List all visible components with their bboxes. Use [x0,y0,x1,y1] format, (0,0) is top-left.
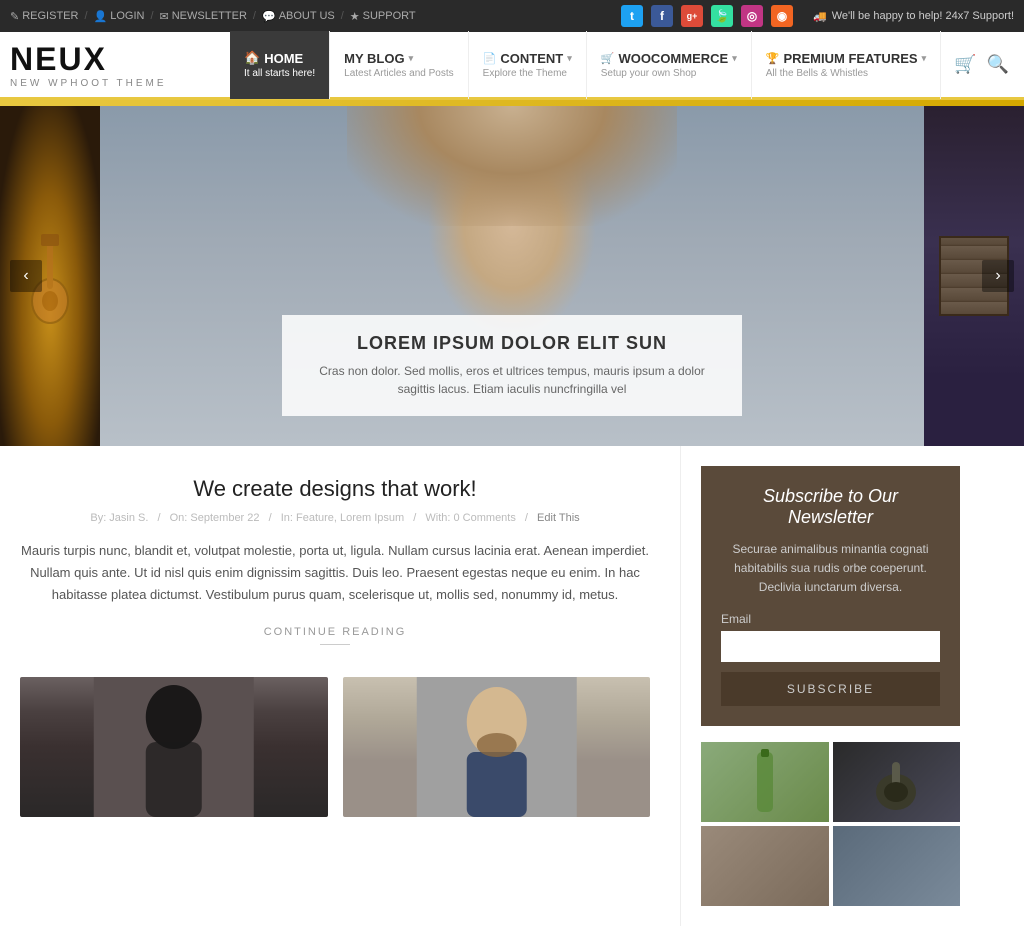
edit-this-link[interactable]: Edit This [537,512,580,524]
article-title: We create designs that work! [20,476,650,502]
sidebar-photos [701,742,960,906]
hero-caption: LOREM IPSUM DOLOR ELIT SUN Cras non dolo… [282,315,742,416]
cart-icon: 🛒 [601,52,615,65]
cart-action-icon[interactable]: 🛒 [954,54,976,75]
article-author: By: Jasin S. [90,512,148,524]
instagram-social-icon[interactable]: ◎ [741,5,763,27]
search-action-icon[interactable]: 🔍 [987,54,1009,75]
nav-home-label: 🏠 HOME [244,50,315,66]
top-bar: ✎ REGISTER / 👤 LOGIN / ✉ NEWSLETTER / 💬 … [0,0,1024,32]
register-link[interactable]: ✎ REGISTER [10,10,78,23]
sidebar-photo-3 [701,826,829,906]
logo-tagline: NEW WPHOOT THEME [10,78,230,89]
hero-title: LOREM IPSUM DOLOR ELIT SUN [312,333,712,354]
newsletter-box: Subscribe to Our Newsletter Securae anim… [701,466,960,726]
sidebar-photo-4 [833,826,961,906]
nav-content-sub: Explore the Theme [483,68,572,79]
sidebar: Subscribe to Our Newsletter Securae anim… [680,446,980,926]
newsletter-link[interactable]: ✉ NEWSLETTER [160,10,247,23]
lower-thumbnails [20,677,650,817]
nav-content[interactable]: 📄 CONTENT ▾ Explore the Theme [469,31,587,99]
home-icon: 🏠 [244,50,260,66]
email-input[interactable] [721,631,940,662]
article-comments: With: 0 Comments [425,512,515,524]
nav-home[interactable]: 🏠 HOME It all starts here! [230,31,330,99]
inkpot-icon [866,747,926,817]
login-link[interactable]: 👤 LOGIN [94,10,145,23]
nav-blog[interactable]: MY BLOG ▾ Latest Articles and Posts [330,31,469,99]
hero-hair [347,106,677,226]
logo-area: NEUX NEW WPHOOT THEME [10,41,230,89]
bottle-icon [735,747,795,817]
sidebar-photo-1 [701,742,829,822]
trophy-icon: 🏆 [766,52,780,65]
nav-blog-sub: Latest Articles and Posts [344,68,454,79]
slider-next-button[interactable]: › [982,260,1014,292]
nav-woocommerce[interactable]: 🛒 WOOCOMMERCE ▾ Setup your own Shop [587,31,752,99]
support-link[interactable]: ★ SUPPORT [350,10,416,23]
person-silhouette-2 [343,677,651,817]
truck-icon: 🚚 [813,10,827,23]
top-bar-links: ✎ REGISTER / 👤 LOGIN / ✉ NEWSLETTER / 💬 … [10,10,416,23]
content-area: We create designs that work! By: Jasin S… [0,446,1024,926]
chevron-down-icon: ▾ [409,53,414,64]
rss-social-icon[interactable]: ◉ [771,5,793,27]
document-icon: 📄 [483,52,497,65]
hero-main: LOREM IPSUM DOLOR ELIT SUN Cras non dolo… [100,106,924,446]
tripadvisor-social-icon[interactable]: 🍃 [711,5,733,27]
google-social-icon[interactable]: g+ [681,5,703,27]
email-label: Email [721,612,940,626]
nav-woo-sub: Setup your own Shop [601,68,737,79]
nav-actions: 🛒 🔍 [954,31,1014,99]
chevron-down-icon: ▾ [922,53,927,64]
thumbnail-beard-man [343,677,651,817]
article-date: On: September 22 [170,512,260,524]
site-header: NEUX NEW WPHOOT THEME 🏠 HOME It all star… [0,32,1024,100]
slider-prev-button[interactable]: ‹ [10,260,42,292]
main-nav: 🏠 HOME It all starts here! MY BLOG ▾ Lat… [230,31,1014,99]
support-text: 🚚 We'll be happy to help! 24x7 Support! [813,10,1014,23]
top-bar-right: t f g+ 🍃 ◎ ◉ 🚚 We'll be happy to help! 2… [621,5,1014,27]
nav-premium[interactable]: 🏆 PREMIUM FEATURES ▾ All the Bells & Whi… [752,31,941,99]
thumbnail-dark-hair [20,677,328,817]
newsletter-title: Subscribe to Our Newsletter [721,486,940,528]
about-link[interactable]: 💬 ABOUT US [262,10,335,23]
nav-home-sub: It all starts here! [244,68,315,79]
main-content: We create designs that work! By: Jasin S… [0,446,680,926]
article-body: Mauris turpis nunc, blandit et, volutpat… [20,540,650,606]
logo[interactable]: NEUX [10,41,230,78]
person-silhouette-1 [20,677,328,817]
hero-description: Cras non dolor. Sed mollis, eros et ultr… [312,362,712,398]
chevron-down-icon: ▾ [567,53,572,64]
continue-reading-link[interactable]: CONTINUE READING [20,626,650,657]
sidebar-photo-2 [833,742,961,822]
nav-premium-sub: All the Bells & Whistles [766,68,926,79]
twitter-social-icon[interactable]: t [621,5,643,27]
article-category: In: Feature, Lorem Ipsum [281,512,405,524]
chevron-down-icon: ▾ [732,53,737,64]
slider-thumb-left: ‹ [0,106,100,446]
slider-thumb-right: › [924,106,1024,446]
article-meta: By: Jasin S. / On: September 22 / In: Fe… [20,512,650,524]
newsletter-description: Securae animalibus minantia cognati habi… [721,540,940,598]
facebook-social-icon[interactable]: f [651,5,673,27]
hero-slider: ‹ LOREM IPSUM DOLOR ELIT SUN Cras non do… [0,106,1024,446]
subscribe-button[interactable]: SUBSCRIBE [721,672,940,706]
